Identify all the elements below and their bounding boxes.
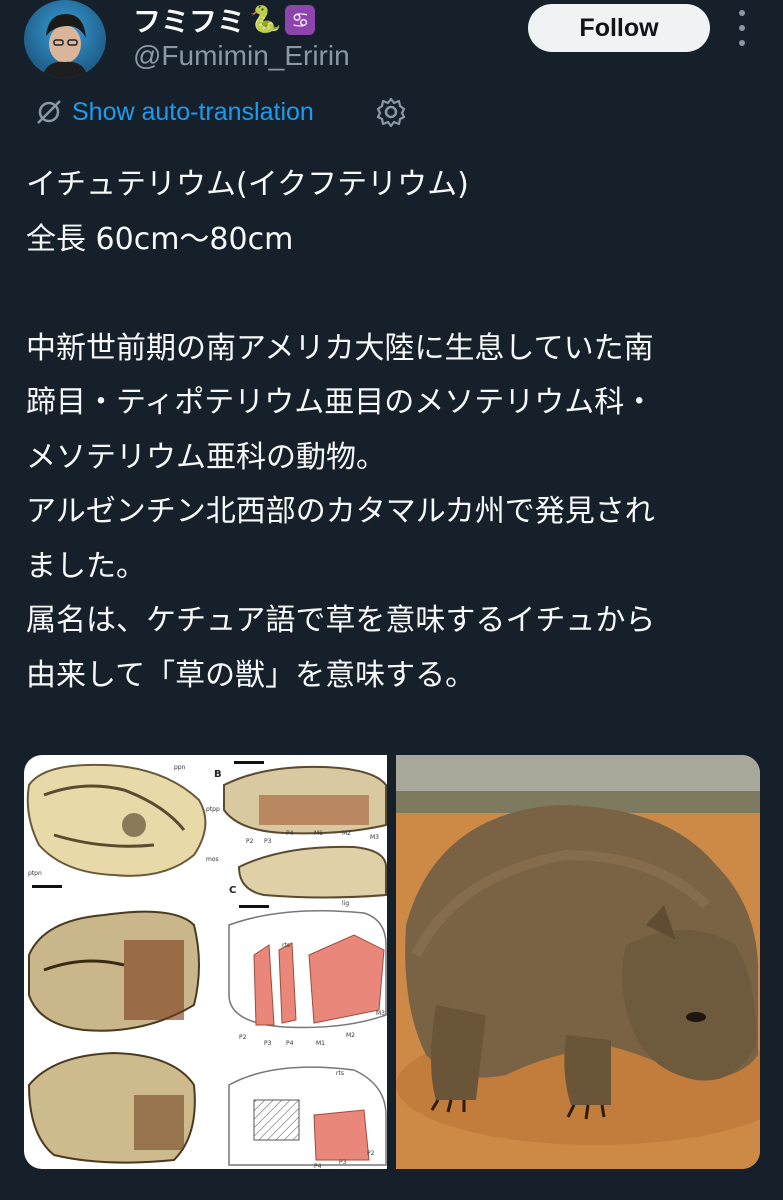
avatar[interactable] xyxy=(24,0,106,78)
fossil-figure-image[interactable]: ppn ptpp mos ptpn B P2 P3 P4 M1 M2 M3 li… xyxy=(24,755,387,1169)
tooth-label-p3-c: P3 xyxy=(264,1040,272,1047)
translation-label: Show auto-translation xyxy=(72,97,314,126)
follow-button[interactable]: Follow xyxy=(528,4,710,52)
panel-b-label: B xyxy=(214,769,222,780)
tooth-label-m2-b: M2 xyxy=(342,830,351,837)
tooth-label-m3-c: M3 xyxy=(376,1010,385,1017)
post-text: イチュテリウム(イクフテリウム) 全長 60cm〜80cm 中新世前期の南アメリ… xyxy=(26,167,656,693)
label-rts-mid: rts xyxy=(282,942,290,949)
display-name[interactable]: フミフミ 🐍 ♋ xyxy=(133,0,316,40)
handle[interactable]: @Fumimin_Eririn xyxy=(133,40,350,72)
media-gallery[interactable]: ppn ptpp mos ptpn B P2 P3 P4 M1 M2 M3 li… xyxy=(24,755,760,1169)
cancer-emoji: ♋ xyxy=(285,5,316,35)
tooth-label-m2-c: M2 xyxy=(346,1032,355,1039)
label-lig: lig xyxy=(342,900,349,907)
tooth-label-p2-b: P2 xyxy=(246,838,254,845)
more-icon[interactable] xyxy=(734,10,750,46)
tooth-label-p4-c: P4 xyxy=(286,1040,294,1047)
display-name-text: フミフミ xyxy=(133,5,246,38)
label-ptpn: ptpn xyxy=(28,870,42,877)
show-translation-link[interactable]: Show auto-translation xyxy=(34,94,314,130)
tooth-label-p4-b: P4 xyxy=(286,830,294,837)
tooth-label-m1-b: M1 xyxy=(314,830,323,837)
avatar-image xyxy=(42,14,88,78)
tooth-label-p3-d: P3 xyxy=(339,1159,347,1166)
translate-icon xyxy=(37,100,61,124)
gear-icon[interactable] xyxy=(374,95,408,129)
tooth-label-p4-d: P4 xyxy=(314,1163,322,1169)
label-rts-bottom: rts xyxy=(336,1070,344,1077)
tooth-label-p3-b: P3 xyxy=(264,838,272,845)
tooth-label-m3-b: M3 xyxy=(370,834,379,841)
snake-emoji: 🐍 xyxy=(249,5,282,35)
tooth-label-p2-d: P2 xyxy=(367,1150,375,1157)
reconstruction-image[interactable] xyxy=(396,755,760,1169)
label-ptpp: ptpp xyxy=(206,806,220,813)
label-mos: mos xyxy=(206,856,219,863)
tooth-label-m1-c: M1 xyxy=(316,1040,325,1047)
label-ppn: ppn xyxy=(174,764,186,771)
panel-c-label: C xyxy=(229,885,236,896)
tooth-label-p2-c: P2 xyxy=(239,1034,247,1041)
